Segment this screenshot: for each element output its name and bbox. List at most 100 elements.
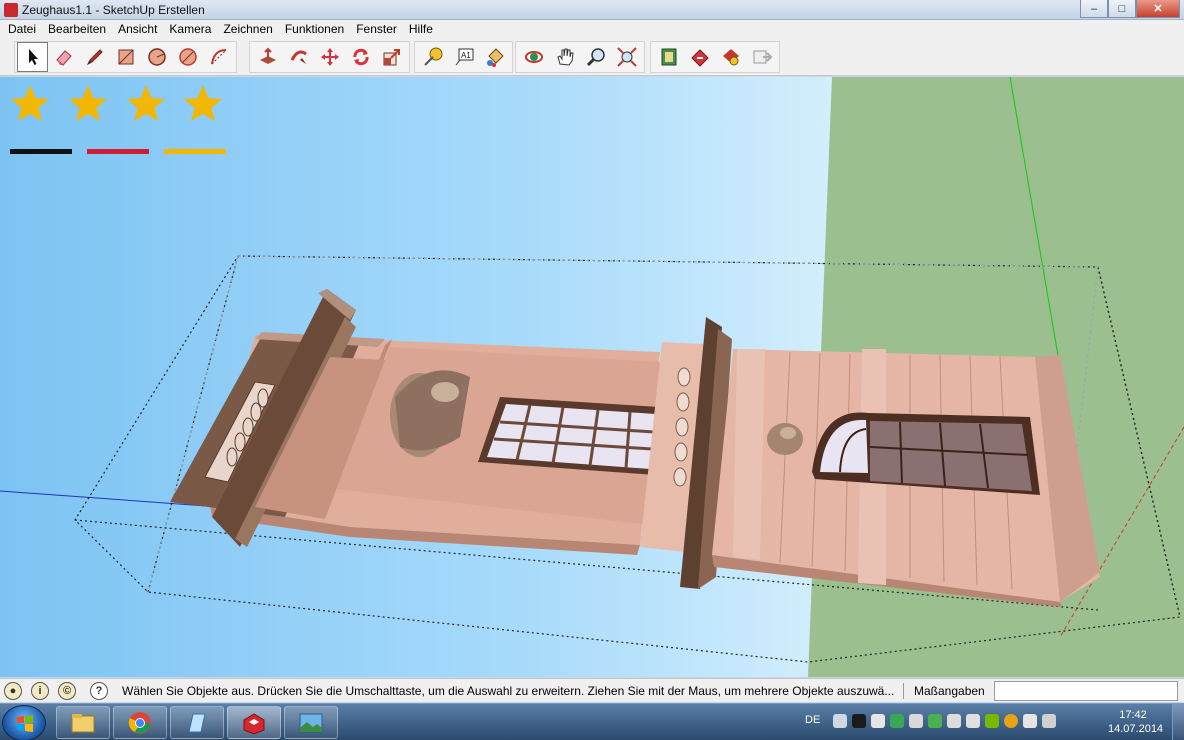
geolocation-icon[interactable]: ●	[4, 682, 22, 700]
drawing-viewport[interactable]	[0, 77, 1184, 677]
close-button[interactable]: ✕	[1136, 0, 1180, 18]
system-clock[interactable]: 17:42 14.07.2014	[1108, 708, 1164, 736]
follow-me-tool-button[interactable]	[283, 42, 314, 72]
menu-zeichnen[interactable]: Zeichnen	[217, 22, 278, 36]
credits-icon[interactable]: i	[31, 682, 49, 700]
measurement-input[interactable]	[994, 681, 1178, 701]
zoom-extents-icon	[616, 47, 637, 67]
text-tool-button[interactable]: A1	[448, 42, 479, 72]
select-tool-button[interactable]	[17, 42, 48, 72]
status-bar: ● i © ? Wählen Sie Objekte aus. Drücken …	[0, 678, 1184, 702]
taskbar-chrome[interactable]	[113, 706, 167, 739]
left-window	[478, 397, 660, 475]
send-to-layout-icon	[753, 50, 772, 64]
title-bar: Zeughaus1.1 - SketchUp Erstellen – □ ✕	[0, 0, 1184, 20]
arc-tool-button[interactable]	[203, 42, 234, 72]
menu-hilfe[interactable]: Hilfe	[403, 22, 439, 36]
stripe-black	[10, 149, 72, 154]
windows-taskbar: DE 17:42 14.07.2014	[0, 703, 1184, 740]
zoom-icon	[586, 48, 605, 67]
scale-tool-button[interactable]	[376, 42, 407, 72]
tape-measure-icon	[423, 47, 442, 66]
clock-time: 17:42	[1119, 709, 1147, 721]
rectangle-tool-button[interactable]	[110, 42, 141, 72]
tray-network-icon[interactable]	[871, 714, 885, 728]
orbit-tool-button[interactable]	[518, 42, 549, 72]
menu-fenster[interactable]: Fenster	[350, 22, 403, 36]
toolbar-group-camera	[515, 41, 645, 73]
maximize-button[interactable]: □	[1108, 0, 1136, 18]
get-models-button[interactable]	[653, 42, 684, 72]
push-pull-tool-button[interactable]	[252, 42, 283, 72]
tray-tool-icon[interactable]	[947, 714, 961, 728]
tray-update-icon[interactable]	[890, 714, 904, 728]
extension-warehouse-icon	[722, 49, 739, 66]
star-icon	[184, 85, 222, 121]
help-icon[interactable]: ?	[90, 682, 108, 700]
rotate-icon	[352, 48, 369, 66]
clock-date: 14.07.2014	[1108, 723, 1164, 735]
move-icon	[320, 48, 339, 66]
tray-security-icon[interactable]	[928, 714, 942, 728]
push-pull-icon	[259, 47, 276, 64]
menu-datei[interactable]: Datei	[2, 22, 42, 36]
tape-measure-tool-button[interactable]	[417, 42, 448, 72]
svg-text:A1: A1	[461, 51, 471, 60]
show-desktop-button[interactable]	[1172, 704, 1184, 740]
star-icon	[11, 85, 49, 121]
rotate-tool-button[interactable]	[345, 42, 376, 72]
input-language[interactable]: DE	[805, 714, 820, 726]
taskbar-image-viewer[interactable]	[284, 706, 338, 739]
sketchup-app-icon[interactable]	[4, 3, 18, 17]
share-model-button[interactable]	[684, 42, 715, 72]
pencil-tool-button[interactable]	[79, 42, 110, 72]
toolbar-group-edit	[249, 41, 410, 73]
select-arrow-icon	[28, 49, 38, 65]
nvidia-icon[interactable]	[985, 714, 999, 728]
arc-icon	[210, 49, 226, 65]
zoom-extents-tool-button[interactable]	[611, 42, 642, 72]
send-to-layout-button[interactable]	[746, 42, 777, 72]
menu-bearbeiten[interactable]: Bearbeiten	[42, 22, 112, 36]
pencil-icon	[86, 49, 103, 66]
scale-icon	[383, 49, 400, 66]
pan-tool-button[interactable]	[549, 42, 580, 72]
menu-funktionen[interactable]: Funktionen	[279, 22, 350, 36]
taskbar-explorer[interactable]	[56, 706, 110, 739]
taskbar-sketchup[interactable]	[227, 706, 281, 739]
copyright-icon[interactable]: ©	[58, 682, 76, 700]
status-text: Wählen Sie Objekte aus. Drücken Sie die …	[122, 684, 895, 698]
tray-pen-icon[interactable]	[852, 714, 866, 728]
chrome-icon	[128, 711, 151, 734]
menu-kamera[interactable]: Kamera	[163, 22, 217, 36]
window-controls: – □ ✕	[1080, 0, 1180, 18]
sketchup-icon	[243, 712, 265, 735]
menu-ansicht[interactable]: Ansicht	[112, 22, 163, 36]
zoom-tool-button[interactable]	[580, 42, 611, 72]
text-icon: A1	[455, 48, 473, 66]
volume-icon[interactable]	[966, 714, 980, 728]
eraser-tool-button[interactable]	[48, 42, 79, 72]
circle-icon	[147, 48, 166, 66]
stripe-gold	[164, 149, 226, 154]
pan-icon	[556, 48, 574, 66]
rectangle-icon	[118, 49, 133, 65]
tray-flag-icon[interactable]	[1023, 714, 1037, 728]
toolbar-group-construction: A1	[414, 41, 513, 73]
share-model-icon	[690, 49, 709, 67]
building-model[interactable]	[0, 77, 1184, 677]
tray-device-icon[interactable]	[909, 714, 923, 728]
signal-strength-icon[interactable]	[1042, 714, 1056, 728]
tray-printer-icon[interactable]	[833, 714, 847, 728]
taskbar-notepad[interactable]	[170, 706, 224, 739]
minimize-button[interactable]: –	[1080, 0, 1108, 18]
polygon-icon	[178, 48, 197, 66]
toolbar-group-warehouse	[650, 41, 780, 73]
start-button[interactable]	[2, 705, 46, 740]
move-tool-button[interactable]	[314, 42, 345, 72]
polygon-tool-button[interactable]	[172, 42, 203, 72]
paint-bucket-tool-button[interactable]	[479, 42, 510, 72]
circle-tool-button[interactable]	[141, 42, 172, 72]
tray-shield-icon[interactable]	[1004, 714, 1018, 728]
extension-warehouse-button[interactable]	[715, 42, 746, 72]
